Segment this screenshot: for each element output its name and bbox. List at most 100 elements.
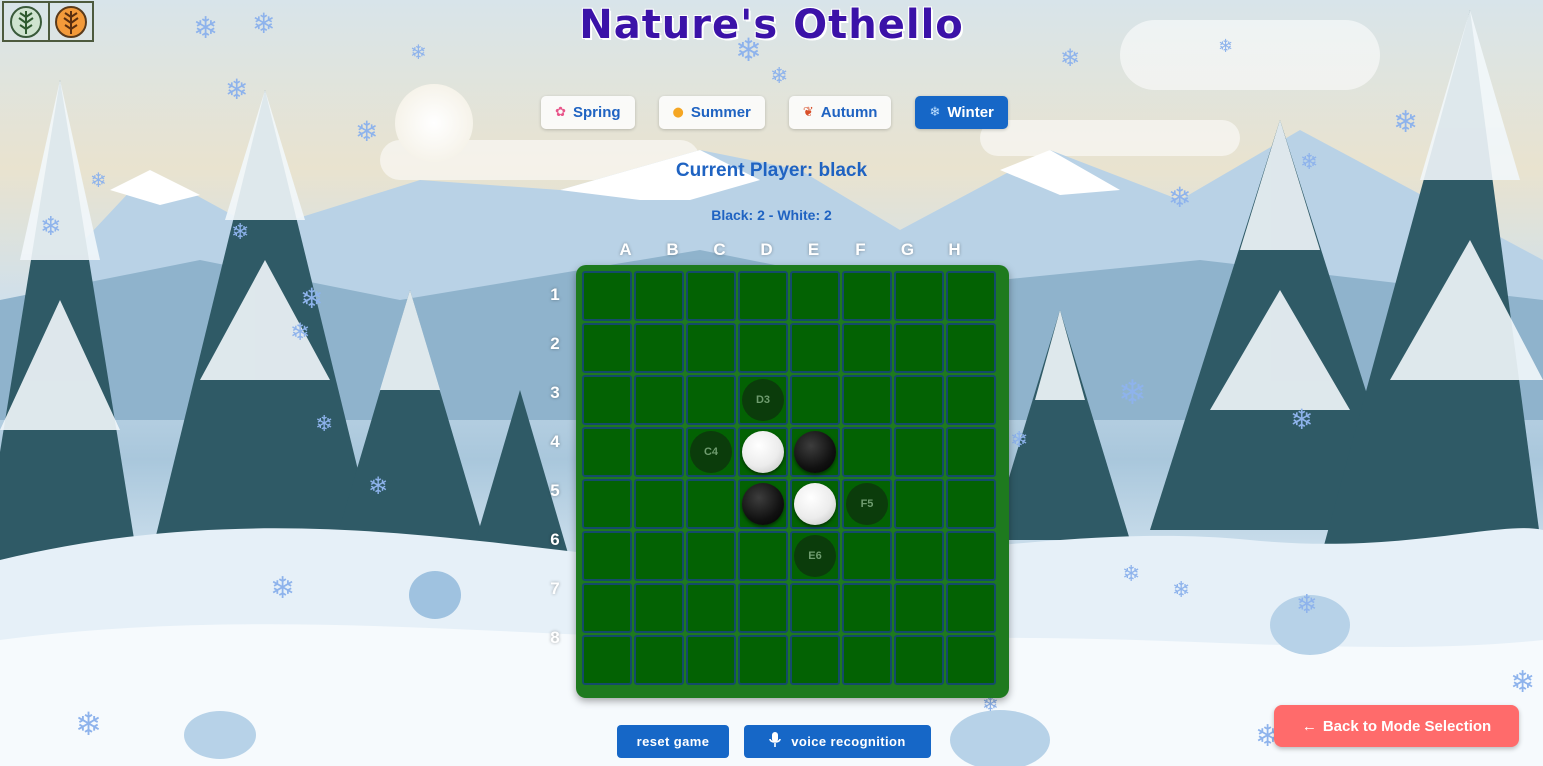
board-cell-b4[interactable] (634, 427, 684, 477)
autumn-button[interactable]: ❦ Autumn (788, 96, 892, 129)
snowflake-icon: ❄ (315, 412, 334, 437)
board-cell-d7[interactable] (738, 583, 788, 633)
board-cell-e8[interactable] (790, 635, 840, 685)
board-cell-e1[interactable] (790, 271, 840, 321)
arrow-left-icon: ← (1301, 717, 1317, 735)
board-cell-e6[interactable]: E6 (790, 531, 840, 581)
snowflake-icon: ❄ (1122, 562, 1141, 587)
board-cell-g2[interactable] (894, 323, 944, 373)
board-cell-a1[interactable] (582, 271, 632, 321)
board-cell-c6[interactable] (686, 531, 736, 581)
board-cell-e4[interactable] (790, 427, 840, 477)
board-cell-f6[interactable] (842, 531, 892, 581)
board-cell-f8[interactable] (842, 635, 892, 685)
snowflake-icon: ❄ (929, 105, 941, 120)
board-cell-a3[interactable] (582, 375, 632, 425)
board-cell-c5[interactable] (686, 479, 736, 529)
board-cell-b1[interactable] (634, 271, 684, 321)
board-cell-c7[interactable] (686, 583, 736, 633)
board-cell-f5[interactable]: F5 (842, 479, 892, 529)
board-cell-a6[interactable] (582, 531, 632, 581)
board-cell-g6[interactable] (894, 531, 944, 581)
board-cell-c4[interactable]: C4 (686, 427, 736, 477)
board-cell-d3[interactable]: D3 (738, 375, 788, 425)
board-cell-d1[interactable] (738, 271, 788, 321)
board-cell-h6[interactable] (946, 531, 996, 581)
board-cell-b7[interactable] (634, 583, 684, 633)
snowflake-icon: ❄ (300, 282, 324, 315)
sun-icon: ● (672, 105, 684, 120)
back-to-mode-selection-button[interactable]: ← Back to Mode Selection (1274, 705, 1519, 747)
board-cell-c3[interactable] (686, 375, 736, 425)
valid-move-hint: F5 (846, 483, 888, 525)
board-cell-h2[interactable] (946, 323, 996, 373)
board-cell-g3[interactable] (894, 375, 944, 425)
board-cell-c1[interactable] (686, 271, 736, 321)
board-cell-a2[interactable] (582, 323, 632, 373)
reset-game-button[interactable]: reset game (617, 725, 729, 758)
voice-recognition-button[interactable]: voice recognition (744, 725, 931, 758)
valid-move-hint: E6 (794, 535, 836, 577)
spring-button[interactable]: ✿ Spring (541, 96, 635, 129)
column-label: C (713, 240, 726, 259)
board-cell-f2[interactable] (842, 323, 892, 373)
board-cell-g1[interactable] (894, 271, 944, 321)
summer-button[interactable]: ● Summer (658, 96, 765, 129)
board-cell-e3[interactable] (790, 375, 840, 425)
board-cell-h4[interactable] (946, 427, 996, 477)
voice-recognition-label: voice recognition (791, 734, 906, 749)
board-cell-c2[interactable] (686, 323, 736, 373)
row-label: 2 (550, 334, 560, 353)
board-cell-d4[interactable] (738, 427, 788, 477)
white-disc (794, 483, 836, 525)
row-label: 8 (550, 628, 560, 647)
board-cell-g4[interactable] (894, 427, 944, 477)
board-cell-e2[interactable] (790, 323, 840, 373)
board-cell-c8[interactable] (686, 635, 736, 685)
row-label: 7 (550, 579, 560, 598)
board-cell-b2[interactable] (634, 323, 684, 373)
board-cell-g7[interactable] (894, 583, 944, 633)
board-cell-d8[interactable] (738, 635, 788, 685)
board-cell-d2[interactable] (738, 323, 788, 373)
board-cell-g8[interactable] (894, 635, 944, 685)
row-label: 6 (550, 530, 560, 549)
snowflake-icon: ❄ (231, 220, 250, 245)
snowflake-icon: ❄ (1010, 428, 1029, 453)
board-cell-a5[interactable] (582, 479, 632, 529)
valid-move-hint: C4 (690, 431, 732, 473)
column-label: B (666, 240, 679, 259)
board-cell-b8[interactable] (634, 635, 684, 685)
board-cell-f7[interactable] (842, 583, 892, 633)
snowflake-icon: ❄ (1118, 373, 1147, 413)
board-cell-a8[interactable] (582, 635, 632, 685)
board-cell-a7[interactable] (582, 583, 632, 633)
board-cell-h5[interactable] (946, 479, 996, 529)
board-cell-h3[interactable] (946, 375, 996, 425)
board-cell-f4[interactable] (842, 427, 892, 477)
board-cell-f1[interactable] (842, 271, 892, 321)
board-cell-d5[interactable] (738, 479, 788, 529)
board-cell-h7[interactable] (946, 583, 996, 633)
snowflake-icon: ❄ (1060, 44, 1081, 72)
row-label: 5 (550, 481, 560, 500)
board-cell-g5[interactable] (894, 479, 944, 529)
summer-label: Summer (690, 104, 751, 121)
board-cell-a4[interactable] (582, 427, 632, 477)
board-cell-h1[interactable] (946, 271, 996, 321)
board-cell-e7[interactable] (790, 583, 840, 633)
board-cell-d6[interactable] (738, 531, 788, 581)
snowflake-icon: ❄ (270, 571, 296, 606)
board-cell-e5[interactable] (790, 479, 840, 529)
board-cell-h8[interactable] (946, 635, 996, 685)
season-selector: ✿ Spring ● Summer ❦ Autumn ❄ Winter (0, 96, 1543, 129)
column-labels: A B C D E F G H (602, 240, 978, 260)
board-cell-b5[interactable] (634, 479, 684, 529)
reset-game-label: reset game (636, 734, 710, 749)
board-cell-b3[interactable] (634, 375, 684, 425)
microphone-icon (769, 732, 782, 751)
row-label: 3 (550, 383, 560, 402)
board-cell-b6[interactable] (634, 531, 684, 581)
winter-button[interactable]: ❄ Winter (915, 96, 1008, 129)
board-cell-f3[interactable] (842, 375, 892, 425)
